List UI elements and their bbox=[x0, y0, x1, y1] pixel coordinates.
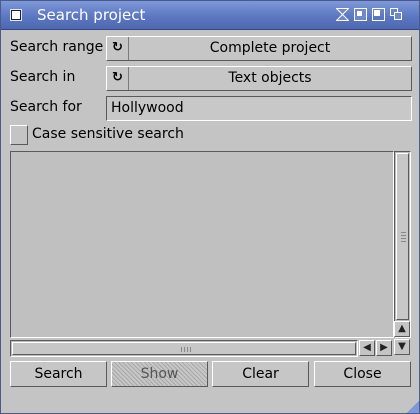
cycle-icon: ↻ bbox=[107, 37, 129, 60]
search-for-label: Search for bbox=[10, 99, 82, 115]
case-sensitive-checkbox[interactable] bbox=[10, 125, 28, 145]
search-project-window: Search project Search range ↻ Complete p… bbox=[0, 0, 420, 414]
scroll-up-icon[interactable]: ▲ bbox=[394, 321, 410, 337]
results-list[interactable] bbox=[10, 151, 394, 338]
search-in-value: Text objects bbox=[228, 70, 312, 86]
search-button[interactable]: Search bbox=[10, 361, 107, 387]
scroll-down-icon[interactable]: ▼ bbox=[394, 339, 410, 355]
window-title: Search project bbox=[37, 6, 146, 24]
show-button[interactable]: Show bbox=[111, 361, 208, 387]
resize-handle-icon[interactable] bbox=[407, 401, 419, 413]
vertical-scrollbar[interactable] bbox=[394, 151, 411, 338]
clear-button[interactable]: Clear bbox=[212, 361, 309, 387]
horizontal-scrollbar[interactable] bbox=[10, 340, 358, 357]
maximize-gadget-icon[interactable] bbox=[372, 8, 385, 21]
horizontal-scroll-knob[interactable] bbox=[12, 342, 356, 355]
case-sensitive-label: Case sensitive search bbox=[32, 126, 184, 142]
vertical-scroll-knob[interactable] bbox=[396, 153, 409, 320]
close-window-icon[interactable] bbox=[11, 10, 21, 20]
close-button[interactable]: Close bbox=[314, 361, 411, 387]
cycle-icon: ↻ bbox=[107, 67, 129, 90]
grip-icon bbox=[181, 347, 191, 352]
search-for-input[interactable]: Hollywood bbox=[106, 96, 412, 121]
search-range-cycle[interactable]: ↻ Complete project bbox=[106, 36, 412, 61]
search-in-label: Search in bbox=[10, 69, 76, 85]
search-range-value: Complete project bbox=[209, 40, 331, 56]
scroll-left-icon[interactable]: ◀ bbox=[359, 340, 375, 356]
search-in-cycle[interactable]: ↻ Text objects bbox=[106, 66, 412, 91]
scroll-right-icon[interactable]: ▶ bbox=[376, 340, 392, 356]
depth-gadget-icon[interactable] bbox=[390, 8, 403, 21]
grip-icon bbox=[401, 232, 406, 242]
search-range-label: Search range bbox=[10, 39, 104, 55]
iconify-gadget-icon[interactable] bbox=[335, 8, 350, 21]
title-bar[interactable]: Search project bbox=[1, 1, 419, 30]
zoom-gadget-icon[interactable] bbox=[354, 8, 367, 21]
